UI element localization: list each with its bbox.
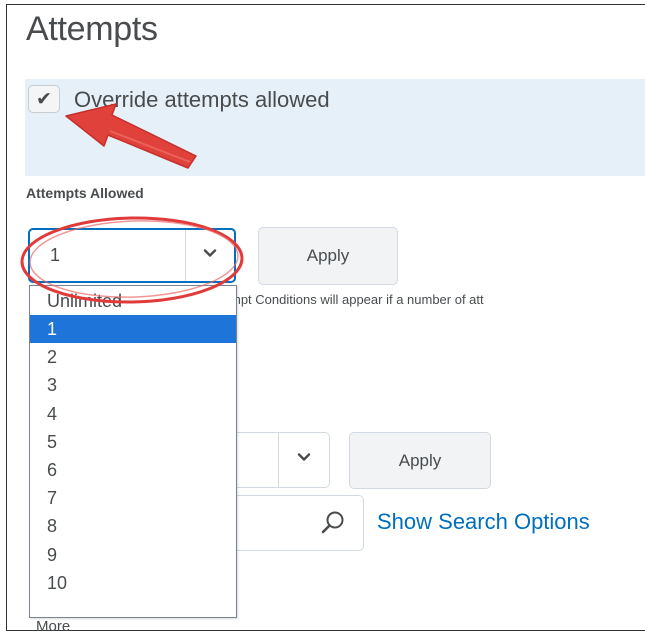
chevron-down-icon bbox=[297, 453, 311, 461]
dropdown-option[interactable]: 10 bbox=[30, 569, 236, 597]
attempts-allowed-label: Attempts Allowed bbox=[26, 185, 144, 201]
apply-secondary-button[interactable]: Apply bbox=[349, 432, 491, 489]
dropdown-option[interactable]: 7 bbox=[30, 484, 236, 512]
search-icon bbox=[321, 511, 344, 534]
section-title: Attempts bbox=[26, 10, 158, 48]
override-label: Override attempts allowed bbox=[74, 87, 330, 112]
attempts-allowed-select[interactable]: 1 bbox=[28, 228, 236, 283]
secondary-select[interactable] bbox=[236, 432, 330, 488]
dropdown-option[interactable]: 3 bbox=[30, 371, 236, 399]
attempts-dropdown-list[interactable]: Unlimited 1 2 3 4 5 6 7 8 9 10 bbox=[29, 285, 237, 618]
apply-attempts-button[interactable]: Apply bbox=[258, 227, 398, 285]
dropdown-option[interactable]: Unlimited bbox=[30, 286, 236, 315]
checkmark-icon: ✔ bbox=[36, 88, 52, 110]
dropdown-option[interactable]: 4 bbox=[30, 400, 236, 428]
dropdown-option[interactable]: 9 bbox=[30, 541, 236, 569]
dropdown-option[interactable]: 2 bbox=[30, 343, 236, 371]
dropdown-option[interactable]: 5 bbox=[30, 428, 236, 456]
show-search-options-link[interactable]: Show Search Options bbox=[377, 509, 590, 535]
more-link[interactable]: More bbox=[36, 618, 70, 635]
search-input[interactable] bbox=[236, 495, 364, 551]
chevron-down-icon bbox=[203, 249, 217, 257]
dropdown-option-selected[interactable]: 1 bbox=[30, 315, 236, 344]
selected-value: 1 bbox=[50, 245, 61, 265]
dropdown-option[interactable]: 6 bbox=[30, 456, 236, 484]
select-divider bbox=[278, 433, 279, 487]
override-checkbox[interactable]: ✔ bbox=[28, 85, 60, 113]
dropdown-option[interactable]: 8 bbox=[30, 512, 236, 540]
helper-text: mpt Conditions will appear if a number o… bbox=[230, 292, 484, 307]
select-divider bbox=[185, 230, 186, 281]
